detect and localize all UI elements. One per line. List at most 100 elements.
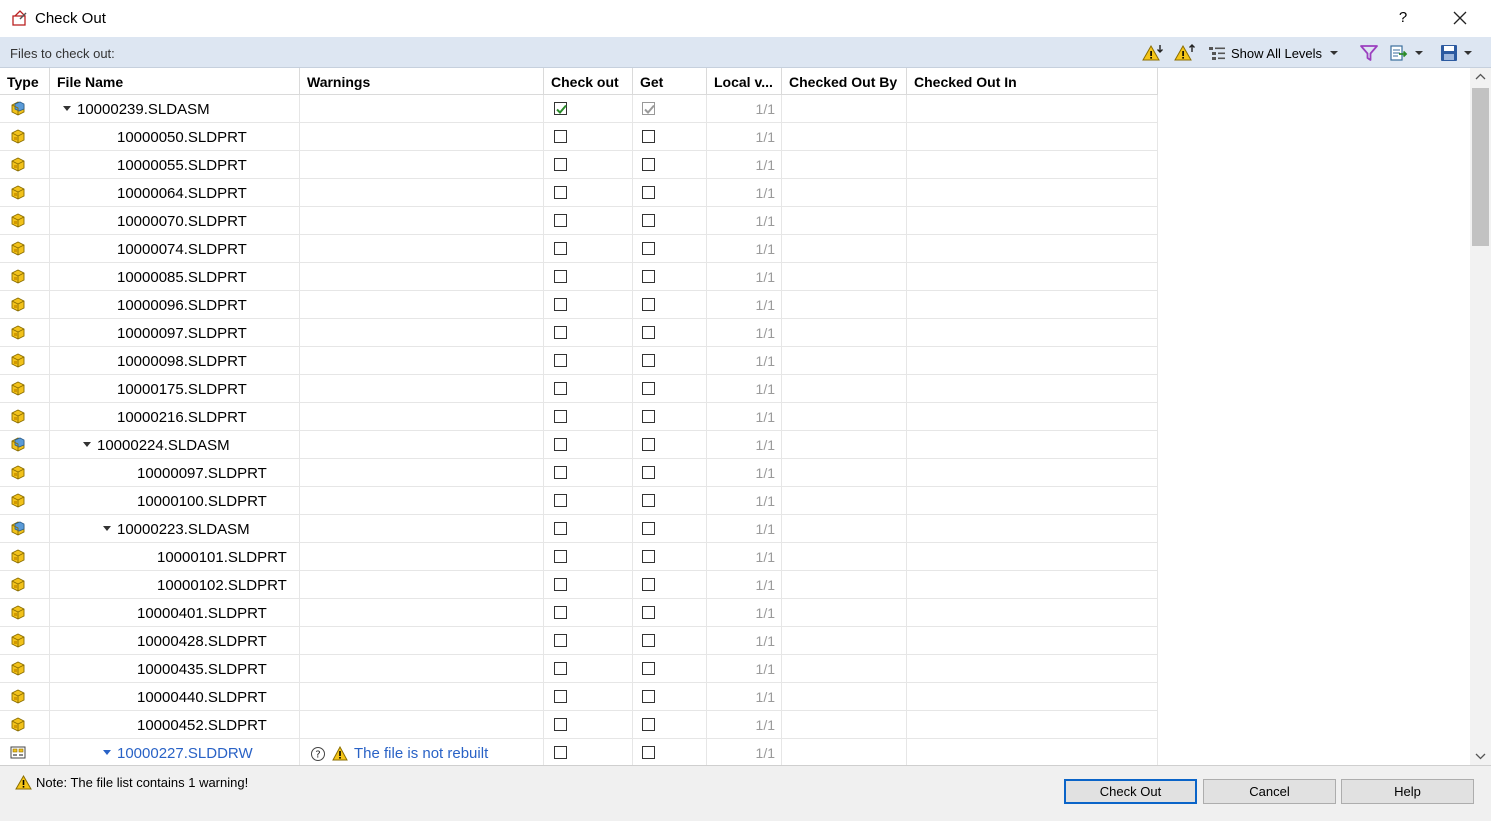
check-out-checkbox[interactable]: [554, 158, 567, 171]
table-row[interactable]: 10000435.SLDPRT 1/1: [0, 655, 1158, 683]
export-button[interactable]: [1389, 42, 1423, 64]
warning-entry[interactable]: ? The file is not rebuilt: [310, 745, 488, 762]
check-out-checkbox[interactable]: [554, 662, 567, 675]
get-checkbox[interactable]: [642, 326, 655, 339]
table-row[interactable]: 10000096.SLDPRT 1/1: [0, 291, 1158, 319]
column-header-checked-out-in[interactable]: Checked Out In: [907, 68, 1158, 95]
check-out-checkbox[interactable]: [554, 186, 567, 199]
get-checkbox[interactable]: [642, 410, 655, 423]
get-checkbox[interactable]: [642, 746, 655, 759]
scrollbar-thumb[interactable]: [1472, 88, 1489, 246]
cancel-button[interactable]: Cancel: [1203, 779, 1336, 804]
table-row[interactable]: 10000102.SLDPRT 1/1: [0, 571, 1158, 599]
get-checkbox[interactable]: [642, 298, 655, 311]
previous-warning-button[interactable]: [1174, 42, 1196, 64]
get-checkbox[interactable]: [642, 242, 655, 255]
check-out-checkbox[interactable]: [554, 130, 567, 143]
table-row[interactable]: 10000064.SLDPRT 1/1: [0, 179, 1158, 207]
table-row[interactable]: 10000070.SLDPRT 1/1: [0, 207, 1158, 235]
get-checkbox[interactable]: [642, 718, 655, 731]
table-row[interactable]: 10000227.SLDDRW? The file is not rebuilt 1…: [0, 739, 1158, 765]
scroll-up-icon[interactable]: [1470, 68, 1491, 86]
get-checkbox[interactable]: [642, 214, 655, 227]
get-checkbox[interactable]: [642, 270, 655, 283]
close-button[interactable]: [1445, 4, 1475, 32]
check-out-checkbox[interactable]: [554, 550, 567, 563]
expand-toggle-icon[interactable]: [63, 106, 71, 111]
column-header-check-out[interactable]: Check out: [544, 68, 633, 95]
check-out-checkbox[interactable]: [554, 718, 567, 731]
table-row[interactable]: 10000452.SLDPRT 1/1: [0, 711, 1158, 739]
column-header-local-version[interactable]: Local v...: [707, 68, 782, 95]
expand-toggle-icon[interactable]: [103, 526, 111, 531]
check-out-checkbox[interactable]: [554, 634, 567, 647]
check-out-checkbox[interactable]: [554, 298, 567, 311]
column-header-warnings[interactable]: Warnings: [300, 68, 544, 95]
check-out-checkbox[interactable]: [554, 438, 567, 451]
table-row[interactable]: 10000239.SLDASM 1/1: [0, 95, 1158, 123]
check-out-checkbox[interactable]: [554, 522, 567, 535]
check-out-button[interactable]: Check Out: [1064, 779, 1197, 804]
get-checkbox[interactable]: [642, 690, 655, 703]
table-row[interactable]: 10000216.SLDPRT 1/1: [0, 403, 1158, 431]
vertical-scrollbar[interactable]: [1470, 68, 1491, 765]
get-checkbox[interactable]: [642, 186, 655, 199]
help-dialog-button[interactable]: Help: [1341, 779, 1474, 804]
get-checkbox[interactable]: [642, 354, 655, 367]
get-checkbox[interactable]: [642, 606, 655, 619]
get-checkbox[interactable]: [642, 494, 655, 507]
scroll-down-icon[interactable]: [1470, 747, 1491, 765]
expand-toggle-icon[interactable]: [83, 442, 91, 447]
get-checkbox[interactable]: [642, 130, 655, 143]
table-row[interactable]: 10000100.SLDPRT 1/1: [0, 487, 1158, 515]
check-out-checkbox[interactable]: [554, 354, 567, 367]
table-row[interactable]: 10000098.SLDPRT 1/1: [0, 347, 1158, 375]
check-out-checkbox[interactable]: [554, 578, 567, 591]
get-checkbox[interactable]: [642, 522, 655, 535]
table-row[interactable]: 10000101.SLDPRT 1/1: [0, 543, 1158, 571]
table-row[interactable]: 10000401.SLDPRT 1/1: [0, 599, 1158, 627]
table-row[interactable]: 10000440.SLDPRT 1/1: [0, 683, 1158, 711]
filter-button[interactable]: [1359, 42, 1379, 64]
show-levels-dropdown[interactable]: Show All Levels: [1208, 42, 1339, 64]
next-warning-button[interactable]: [1142, 42, 1164, 64]
check-out-checkbox[interactable]: [554, 270, 567, 283]
expand-toggle-icon[interactable]: [103, 750, 111, 755]
get-checkbox[interactable]: [642, 466, 655, 479]
get-checkbox[interactable]: [642, 634, 655, 647]
get-checkbox[interactable]: [642, 102, 655, 115]
get-checkbox[interactable]: [642, 578, 655, 591]
table-row[interactable]: 10000097.SLDPRT 1/1: [0, 319, 1158, 347]
check-out-checkbox[interactable]: [554, 410, 567, 423]
warning-text[interactable]: The file is not rebuilt: [354, 745, 488, 762]
table-row[interactable]: 10000224.SLDASM 1/1: [0, 431, 1158, 459]
get-checkbox[interactable]: [642, 158, 655, 171]
table-row[interactable]: 10000055.SLDPRT 1/1: [0, 151, 1158, 179]
column-header-type[interactable]: Type: [0, 68, 50, 95]
help-button[interactable]: ?: [1388, 4, 1418, 32]
column-header-checked-out-by[interactable]: Checked Out By: [782, 68, 907, 95]
table-row[interactable]: 10000223.SLDASM 1/1: [0, 515, 1158, 543]
get-checkbox[interactable]: [642, 662, 655, 675]
check-out-checkbox[interactable]: [554, 326, 567, 339]
table-row[interactable]: 10000050.SLDPRT 1/1: [0, 123, 1158, 151]
save-button[interactable]: [1440, 42, 1472, 64]
check-out-checkbox[interactable]: [554, 466, 567, 479]
check-out-checkbox[interactable]: [554, 494, 567, 507]
check-out-checkbox[interactable]: [554, 242, 567, 255]
check-out-checkbox[interactable]: [554, 102, 567, 115]
table-row[interactable]: 10000074.SLDPRT 1/1: [0, 235, 1158, 263]
table-row[interactable]: 10000175.SLDPRT 1/1: [0, 375, 1158, 403]
check-out-checkbox[interactable]: [554, 690, 567, 703]
table-row[interactable]: 10000428.SLDPRT 1/1: [0, 627, 1158, 655]
check-out-checkbox[interactable]: [554, 214, 567, 227]
check-out-checkbox[interactable]: [554, 382, 567, 395]
file-name[interactable]: 10000227.SLDDRW: [117, 745, 253, 762]
table-row[interactable]: 10000085.SLDPRT 1/1: [0, 263, 1158, 291]
get-checkbox[interactable]: [642, 382, 655, 395]
table-row[interactable]: 10000097.SLDPRT 1/1: [0, 459, 1158, 487]
check-out-checkbox[interactable]: [554, 746, 567, 759]
get-checkbox[interactable]: [642, 438, 655, 451]
check-out-checkbox[interactable]: [554, 606, 567, 619]
column-header-get[interactable]: Get: [633, 68, 707, 95]
